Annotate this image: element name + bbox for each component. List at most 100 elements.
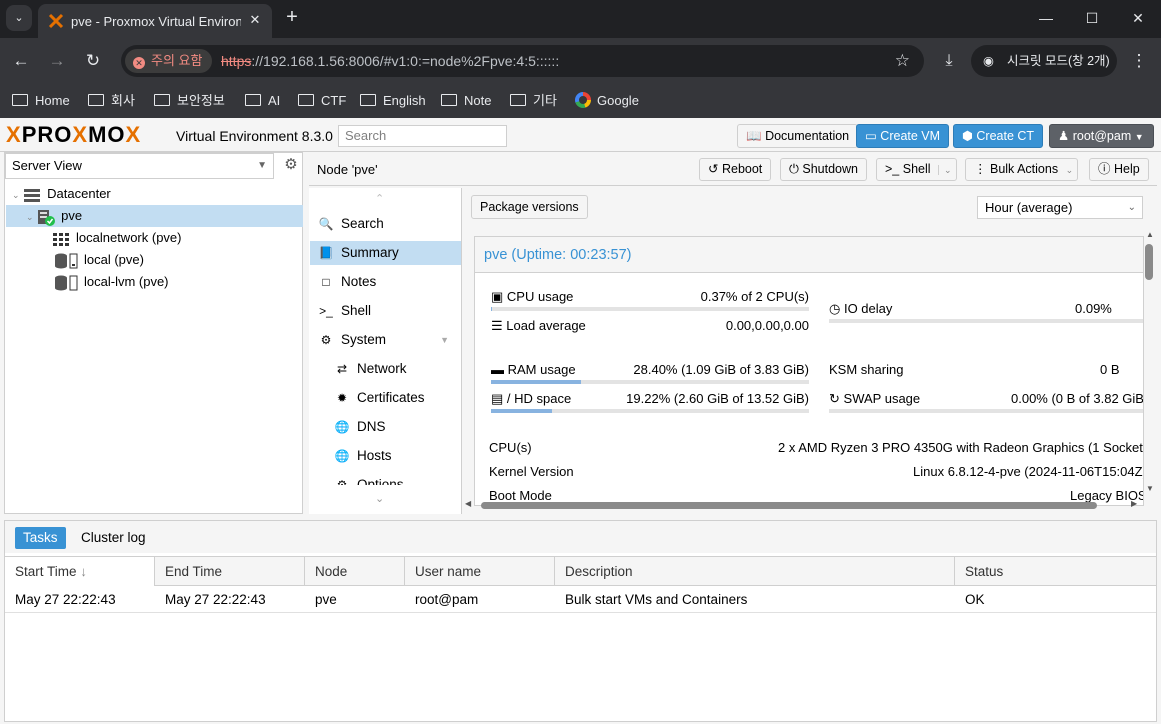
close-window-icon[interactable]: ✕ bbox=[1126, 8, 1150, 28]
tree-label: pve bbox=[61, 208, 83, 223]
menu-network[interactable]: ⇄ Network bbox=[310, 357, 461, 381]
folder-icon bbox=[88, 94, 104, 106]
package-versions-button[interactable]: Package versions bbox=[471, 195, 588, 219]
cell-user-name: root@pam bbox=[415, 592, 479, 607]
download-icon[interactable]: ⤓ bbox=[938, 50, 960, 72]
menu-label: Search bbox=[341, 216, 384, 231]
menu-dns[interactable]: 🌐 DNS bbox=[310, 415, 461, 439]
column-node[interactable]: Node bbox=[305, 557, 405, 586]
tree-item-localnetwork[interactable]: localnetwork (pve) bbox=[6, 227, 303, 249]
folder-icon bbox=[245, 94, 261, 106]
minimize-icon[interactable]: — bbox=[1034, 8, 1058, 28]
scrollbar-thumb[interactable] bbox=[1145, 244, 1153, 280]
column-start-time[interactable]: Start Time ↓ bbox=[5, 557, 155, 586]
scroll-right-icon[interactable]: ▶ bbox=[1131, 499, 1137, 508]
server-view-select[interactable]: Server View ▼ bbox=[5, 153, 274, 179]
reboot-button[interactable]: ↺ Reboot bbox=[699, 158, 772, 181]
clock-icon: ◷ bbox=[829, 301, 841, 316]
bookmark-ctf[interactable]: CTF bbox=[298, 90, 346, 112]
search-input[interactable]: Search bbox=[338, 125, 507, 147]
incognito-icon: ◉ bbox=[983, 54, 994, 68]
tab-bar: ⌄ pve - Proxmox Virtual Environm ✕ + — ☐… bbox=[0, 0, 1161, 38]
bookmark-star-icon[interactable]: ☆ bbox=[895, 51, 910, 71]
ram-usage-value: 28.40% (1.09 GiB of 3.83 GiB) bbox=[633, 362, 809, 377]
hd-space-bar bbox=[491, 409, 809, 413]
hd-space-value: 19.22% (2.60 GiB of 13.52 GiB) bbox=[626, 391, 809, 406]
reload-icon[interactable]: ↻ bbox=[82, 50, 104, 72]
bookmark-english[interactable]: English bbox=[360, 90, 426, 112]
menu-kebab-icon[interactable]: ⋮ bbox=[1128, 50, 1150, 72]
scroll-down-icon[interactable]: ⌄ bbox=[375, 492, 384, 505]
reboot-icon: ↺ bbox=[708, 162, 719, 176]
tree-item-local[interactable]: local (pve) bbox=[6, 249, 303, 271]
tab-search-icon[interactable]: ⌄ bbox=[6, 5, 32, 31]
tree-item-pve[interactable]: ⌄ pve bbox=[6, 205, 303, 227]
forward-icon[interactable]: → bbox=[46, 50, 68, 72]
bookmark-etc[interactable]: 기타 bbox=[510, 90, 557, 112]
documentation-label: Documentation bbox=[765, 129, 850, 143]
menu-summary[interactable]: 📘 Summary bbox=[310, 241, 461, 265]
shell-button[interactable]: >_ Shell ⌄ bbox=[876, 158, 957, 181]
bookmark-google[interactable]: Google bbox=[575, 90, 639, 112]
proxmox-header: XPROXMOX Virtual Environment 8.3.0 Searc… bbox=[0, 118, 1161, 152]
tasks-table-header: Start Time ↓ End Time Node User name Des… bbox=[5, 556, 1156, 586]
column-end-time[interactable]: End Time bbox=[155, 557, 305, 586]
tree-item-local-lvm[interactable]: local-lvm (pve) bbox=[6, 271, 303, 293]
create-ct-button[interactable]: ⬢ Create CT bbox=[953, 124, 1044, 148]
new-tab-button[interactable]: + bbox=[282, 7, 302, 28]
column-status[interactable]: Status bbox=[955, 557, 1156, 586]
maximize-icon[interactable]: ☐ bbox=[1080, 8, 1104, 28]
menu-options[interactable]: ⚙ Options bbox=[310, 473, 461, 485]
bookmark-ai[interactable]: AI bbox=[245, 90, 280, 112]
google-icon bbox=[575, 92, 591, 108]
timeframe-select[interactable]: Hour (average) ⌄ bbox=[977, 196, 1143, 219]
bookmark-label: 보안정보 bbox=[177, 93, 225, 108]
close-tab-icon[interactable]: ✕ bbox=[246, 11, 264, 29]
bookmark-note[interactable]: Note bbox=[441, 90, 491, 112]
incognito-chip[interactable]: ◉ 시크릿 모드(창 2개) bbox=[971, 45, 1117, 77]
column-user-name[interactable]: User name bbox=[405, 557, 555, 586]
bookmark-home[interactable]: Home bbox=[12, 90, 70, 112]
address-bar[interactable]: ✕ 주의 요함 https://192.168.1.56:8006/#v1:0:=… bbox=[121, 45, 924, 77]
help-icon: ⓘ bbox=[1098, 162, 1111, 176]
cpus-value: 2 x AMD Ryzen 3 PRO 4350G with Radeon Gr… bbox=[778, 440, 1144, 455]
security-warning-chip[interactable]: ✕ 주의 요함 bbox=[125, 49, 213, 73]
io-delay-bar bbox=[829, 319, 1143, 323]
menu-label: System bbox=[341, 332, 387, 347]
back-icon[interactable]: ← bbox=[10, 50, 32, 72]
menu-notes[interactable]: □ Notes bbox=[310, 270, 461, 294]
scroll-up-icon[interactable]: ▲ bbox=[1146, 230, 1154, 239]
horizontal-scrollbar[interactable]: ◀ ▶ bbox=[465, 499, 1141, 511]
gear-icon: ⚙ bbox=[336, 478, 348, 485]
menu-search[interactable]: 🔍 Search bbox=[310, 212, 461, 236]
vertical-scrollbar[interactable]: ▲ ▼ bbox=[1143, 230, 1155, 494]
documentation-button[interactable]: 📖 Documentation bbox=[737, 124, 859, 148]
scrollbar-thumb[interactable] bbox=[481, 502, 1097, 509]
help-button[interactable]: ⓘ Help bbox=[1089, 158, 1149, 181]
bookmark-security[interactable]: 보안정보 bbox=[154, 90, 225, 112]
user-menu-button[interactable]: ♟ root@pam ▼ bbox=[1049, 124, 1154, 148]
gear-icon[interactable]: ⚙ bbox=[282, 156, 300, 174]
scroll-up-icon[interactable]: ⌃ bbox=[375, 192, 384, 205]
browser-tab[interactable]: pve - Proxmox Virtual Environm ✕ bbox=[38, 4, 272, 38]
tree-item-datacenter[interactable]: ⌄ Datacenter bbox=[6, 183, 303, 205]
table-row[interactable]: May 27 22:22:43 May 27 22:22:43 pve root… bbox=[5, 587, 1156, 613]
scroll-down-icon[interactable]: ▼ bbox=[1146, 484, 1154, 493]
scroll-left-icon[interactable]: ◀ bbox=[465, 499, 471, 508]
bulk-actions-button[interactable]: ⋮ Bulk Actions ⌄ bbox=[965, 158, 1078, 181]
chevron-down-icon[interactable]: ⌄ bbox=[938, 165, 952, 175]
url-path: ://192.168.1.56:8006/#v1:0:=node%2Fpve:4… bbox=[251, 53, 560, 69]
column-description[interactable]: Description bbox=[555, 557, 955, 586]
menu-system[interactable]: ⚙ System ▼ bbox=[310, 328, 461, 352]
menu-certificates[interactable]: ✹ Certificates bbox=[310, 386, 461, 410]
shutdown-button[interactable]: ⏻ Shutdown bbox=[780, 158, 867, 181]
menu-hosts[interactable]: 🌐 Hosts bbox=[310, 444, 461, 468]
create-vm-button[interactable]: ▭ Create VM bbox=[856, 124, 950, 148]
bookmark-label: 회사 bbox=[111, 93, 135, 108]
bookmark-company[interactable]: 회사 bbox=[88, 90, 135, 112]
tab-cluster-log[interactable]: Cluster log bbox=[73, 527, 154, 549]
menu-shell[interactable]: >_ Shell bbox=[310, 299, 461, 323]
tab-tasks[interactable]: Tasks bbox=[15, 527, 66, 549]
swap-label-text: SWAP usage bbox=[843, 391, 921, 406]
io-delay-value: 0.09% bbox=[1075, 301, 1112, 316]
